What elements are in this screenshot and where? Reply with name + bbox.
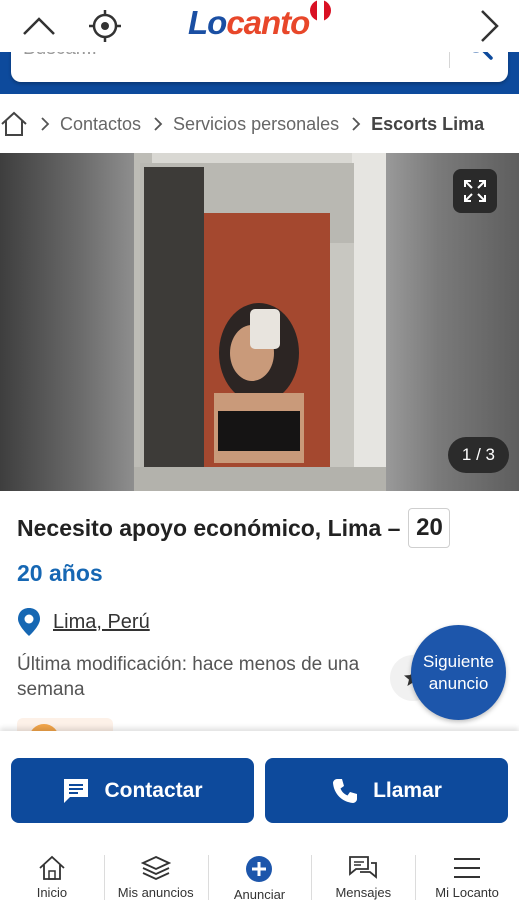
chat-icon — [348, 855, 378, 881]
message-icon — [62, 777, 90, 805]
chevron-right-icon — [147, 116, 169, 132]
stack-icon — [140, 855, 171, 881]
listing-location[interactable]: Lima, Perú — [17, 608, 150, 636]
chevron-right-icon — [34, 116, 56, 132]
locanto-logo[interactable]: Locanto — [188, 4, 310, 42]
chevron-right-icon — [345, 116, 367, 132]
location-pin-icon — [18, 608, 40, 636]
breadcrumb-servicios-personales[interactable]: Servicios personales — [173, 114, 339, 135]
home-icon — [38, 855, 66, 881]
next-ad-button[interactable]: Siguiente anuncio — [411, 625, 506, 720]
chevron-right-icon — [481, 10, 499, 42]
contact-label: Contactar — [104, 778, 203, 802]
location-link[interactable]: Lima, Perú — [53, 611, 150, 634]
nav-item-mis-anuncios[interactable]: Mis anuncios — [103, 841, 208, 900]
gallery-blur-left — [0, 153, 134, 491]
search-strip: Buscar... — [0, 32, 519, 94]
peru-flag-icon — [310, 0, 331, 21]
age-badge: 20 — [408, 508, 451, 548]
nav-item-mi-locanto[interactable]: Mi Locanto — [415, 841, 519, 900]
nav-label: Anunciar — [233, 887, 286, 900]
listing-title: Necesito apoyo económico, Lima – — [17, 514, 401, 541]
listing-photo-illustration — [134, 153, 386, 491]
nav-label: Inicio — [36, 885, 68, 900]
contact-button[interactable]: Contactar — [11, 758, 254, 823]
nav-item-inicio[interactable]: Inicio — [0, 841, 104, 900]
action-bar: Contactar Llamar — [0, 731, 519, 841]
nav-label: Mis anuncios — [117, 885, 194, 900]
collapse-button[interactable] — [17, 4, 61, 48]
bottom-navigation: Inicio Mis anuncios Anunciar Mensajes Mi… — [0, 841, 519, 900]
call-label: Llamar — [373, 778, 442, 802]
nav-label: Mi Locanto — [435, 885, 499, 900]
next-arrow-button[interactable] — [467, 4, 511, 48]
listing-photo[interactable] — [134, 153, 386, 491]
crosshair-icon — [89, 10, 121, 42]
listing-age: 20 años — [17, 560, 103, 586]
plus-circle-icon — [245, 855, 273, 883]
breadcrumb: Contactos Servicios personales Escorts L… — [0, 96, 519, 152]
expand-icon — [464, 180, 486, 202]
nav-label: Mensajes — [335, 885, 392, 900]
home-icon — [1, 111, 27, 136]
chevron-up-icon — [23, 17, 55, 35]
top-bar: Locanto — [0, 0, 519, 52]
logo-part-canto: canto — [226, 4, 310, 41]
locate-button[interactable] — [83, 4, 127, 48]
seller-badge — [17, 718, 113, 732]
nav-item-mensajes[interactable]: Mensajes — [311, 841, 415, 900]
logo-part-lo: Lo — [188, 4, 227, 41]
nav-item-anunciar[interactable]: Anunciar — [207, 841, 312, 900]
expand-button[interactable] — [453, 169, 497, 213]
menu-icon — [453, 855, 481, 881]
photo-counter: 1 / 3 — [447, 437, 509, 473]
phone-icon — [331, 777, 359, 805]
breadcrumb-contactos[interactable]: Contactos — [60, 114, 141, 135]
listing-title-row: Necesito apoyo económico, Lima – 20 — [17, 508, 512, 548]
last-modified: Última modificación: hace menos de una s… — [17, 654, 360, 700]
breadcrumb-home[interactable] — [0, 110, 28, 138]
breadcrumb-current: Escorts Lima — [371, 113, 485, 134]
call-button[interactable]: Llamar — [265, 758, 508, 823]
photo-gallery[interactable]: 1 / 3 — [0, 153, 519, 491]
